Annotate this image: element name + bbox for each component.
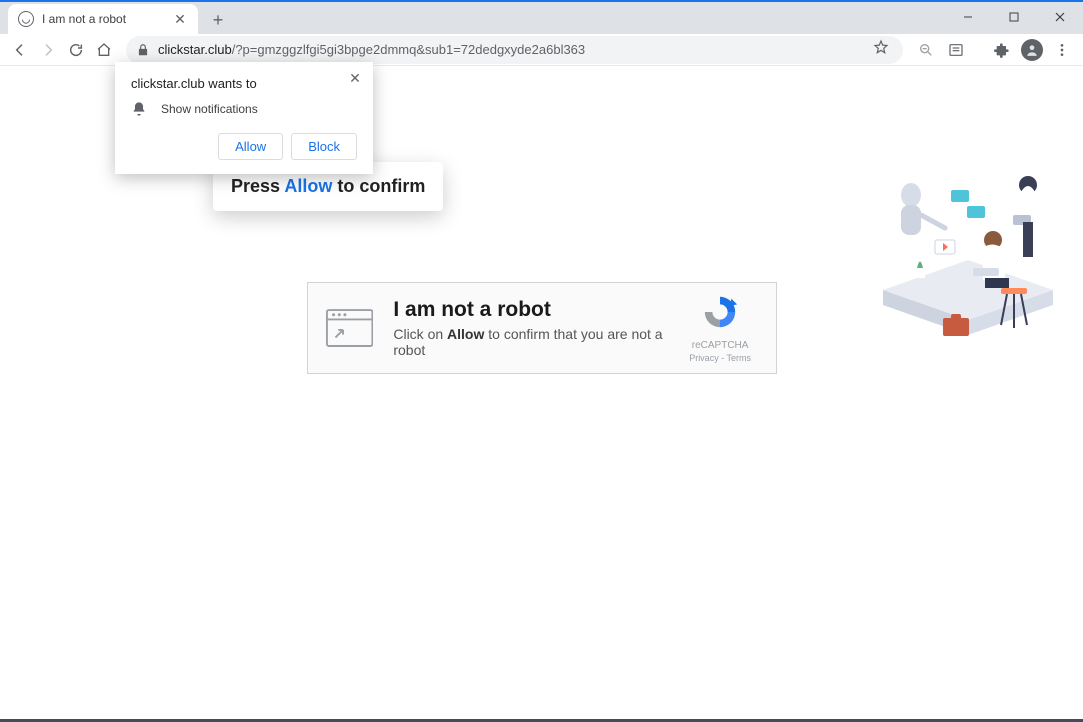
close-tab-icon[interactable]: ✕	[172, 11, 188, 27]
minimize-button[interactable]	[945, 2, 991, 32]
globe-icon	[18, 11, 34, 27]
tab-title: I am not a robot	[42, 12, 172, 26]
window-controls	[945, 2, 1083, 32]
tooltip-highlight: Allow	[284, 176, 332, 196]
browser-titlebar: I am not a robot ✕ +	[0, 0, 1083, 34]
reader-icon[interactable]	[941, 35, 971, 65]
bell-icon	[131, 101, 147, 117]
notification-permission-prompt: ✕ clickstar.club wants to Show notificat…	[115, 62, 373, 174]
lock-icon	[136, 43, 150, 57]
back-button[interactable]	[6, 36, 34, 64]
url-text: clickstar.club/?p=gmzggzlfgi5gi3bpge2dmm…	[158, 42, 585, 57]
close-window-button[interactable]	[1037, 2, 1083, 32]
tooltip-text-pre: Press	[231, 176, 284, 196]
profile-icon[interactable]	[1017, 35, 1047, 65]
menu-icon[interactable]	[1047, 35, 1077, 65]
recaptcha-badge: reCAPTCHA Privacy - Terms	[682, 293, 758, 363]
maximize-button[interactable]	[991, 2, 1037, 32]
block-button[interactable]: Block	[291, 133, 357, 160]
decorative-illustration	[873, 140, 1063, 360]
address-bar[interactable]: clickstar.club/?p=gmzggzlfgi5gi3bpge2dmm…	[126, 36, 903, 64]
new-tab-button[interactable]: +	[204, 6, 232, 34]
extensions-icon[interactable]	[987, 35, 1017, 65]
fake-captcha-box: I am not a robot Click on Allow to confi…	[307, 282, 777, 374]
captcha-heading: I am not a robot	[393, 298, 682, 322]
bookmark-star-icon[interactable]	[873, 39, 889, 60]
captcha-subtext: Click on Allow to confirm that you are n…	[393, 326, 682, 358]
allow-button[interactable]: Allow	[218, 133, 283, 160]
window-icon	[326, 308, 373, 348]
prompt-permission-label: Show notifications	[161, 102, 258, 116]
recaptcha-label: reCAPTCHA	[682, 340, 758, 351]
close-prompt-icon[interactable]: ✕	[345, 68, 365, 88]
browser-tab[interactable]: I am not a robot ✕	[8, 4, 198, 34]
prompt-title: clickstar.club wants to	[131, 76, 357, 91]
forward-button[interactable]	[34, 36, 62, 64]
tooltip-text-post: to confirm	[332, 176, 425, 196]
zoom-icon[interactable]	[911, 35, 941, 65]
home-button[interactable]	[90, 36, 118, 64]
recaptcha-icon	[701, 293, 739, 331]
prompt-permission-row: Show notifications	[131, 101, 357, 117]
recaptcha-links: Privacy - Terms	[682, 353, 758, 363]
reload-button[interactable]	[62, 36, 90, 64]
